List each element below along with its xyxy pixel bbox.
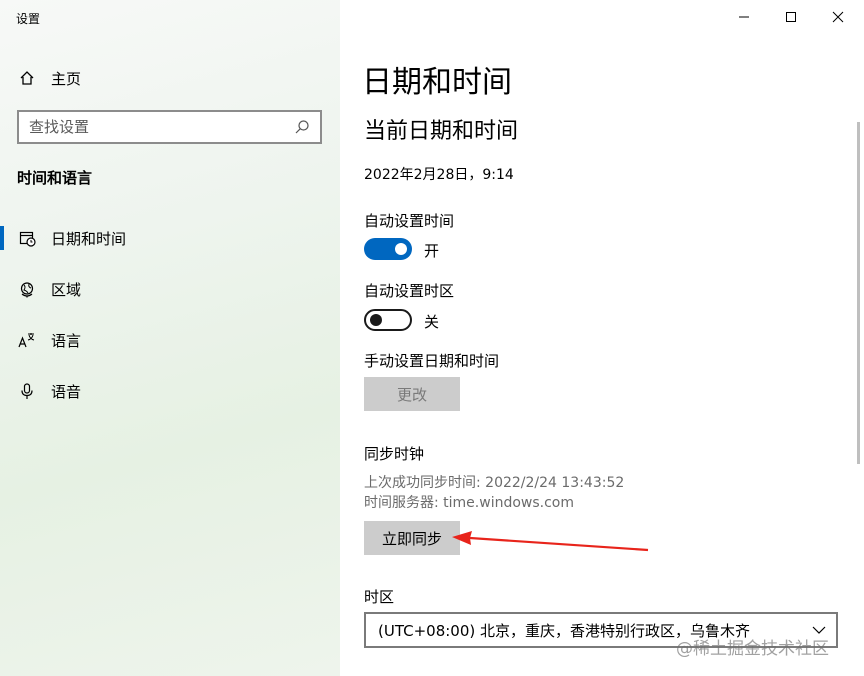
red-arrow-annotation bbox=[452, 531, 649, 552]
sidebar-item-label: 语音 bbox=[51, 382, 82, 401]
scrollbar[interactable] bbox=[857, 122, 860, 464]
page-title: 日期和时间 bbox=[362, 65, 512, 100]
search-box[interactable] bbox=[17, 110, 322, 144]
change-button[interactable]: 更改 bbox=[364, 377, 460, 411]
sidebar-item-language[interactable]: 语言 bbox=[0, 320, 340, 360]
sidebar: 设置 主页 时间和语言 日期和时间 区域 语言 语音 bbox=[0, 0, 340, 676]
home-label: 主页 bbox=[51, 69, 82, 88]
main-content: 日期和时间 当前日期和时间 2022年2月28日，9:14 自动设置时间 开 自… bbox=[340, 0, 864, 676]
sync-clock-label: 同步时钟 bbox=[364, 445, 425, 463]
language-icon bbox=[18, 331, 36, 349]
home-icon bbox=[18, 69, 36, 87]
timezone-label: 时区 bbox=[364, 588, 395, 606]
microphone-icon bbox=[18, 382, 36, 400]
sidebar-item-label: 区域 bbox=[51, 280, 82, 299]
sidebar-item-region[interactable]: 区域 bbox=[0, 269, 340, 309]
auto-time-label: 自动设置时间 bbox=[364, 212, 455, 230]
section-title: 时间和语言 bbox=[17, 169, 93, 187]
auto-timezone-label: 自动设置时区 bbox=[364, 282, 455, 300]
current-section-title: 当前日期和时间 bbox=[364, 119, 519, 144]
auto-time-state: 开 bbox=[424, 242, 440, 260]
search-icon[interactable] bbox=[294, 119, 310, 135]
home-nav-item[interactable]: 主页 bbox=[18, 66, 81, 90]
sidebar-item-label: 日期和时间 bbox=[51, 229, 127, 248]
auto-time-toggle[interactable] bbox=[364, 238, 412, 260]
sync-now-button[interactable]: 立即同步 bbox=[364, 521, 460, 555]
app-title: 设置 bbox=[16, 12, 41, 26]
sidebar-item-label: 语言 bbox=[51, 331, 82, 350]
manual-datetime-label: 手动设置日期和时间 bbox=[364, 352, 500, 370]
sidebar-item-date-time[interactable]: 日期和时间 bbox=[0, 218, 340, 258]
watermark: @稀土掘金技术社区 bbox=[676, 639, 829, 659]
last-sync-text: 上次成功同步时间: 2022/2/24 13:43:52 bbox=[364, 475, 625, 491]
time-server-text: 时间服务器: time.windows.com bbox=[364, 495, 575, 511]
calendar-clock-icon bbox=[18, 229, 36, 247]
auto-timezone-toggle[interactable] bbox=[364, 309, 412, 331]
globe-icon bbox=[18, 280, 36, 298]
auto-timezone-state: 关 bbox=[424, 313, 440, 331]
current-datetime: 2022年2月28日，9:14 bbox=[364, 167, 514, 183]
sidebar-item-speech[interactable]: 语音 bbox=[0, 371, 340, 411]
search-input[interactable] bbox=[29, 118, 294, 136]
